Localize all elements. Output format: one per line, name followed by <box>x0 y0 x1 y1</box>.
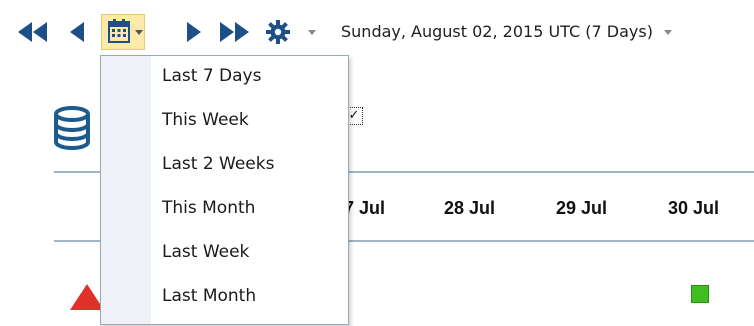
date-range-menu: Last 7 Days This Week Last 2 Weeks This … <box>100 55 349 325</box>
warning-icon <box>70 284 104 310</box>
column-header-date: 30 Jul <box>668 198 720 218</box>
calendar-icon <box>108 19 130 43</box>
column-header-date: 29 Jul <box>556 198 608 218</box>
menu-item-last-7-days[interactable]: Last 7 Days <box>101 57 348 101</box>
date-range-label: Sunday, August 02, 2015 UTC (7 Days) <box>341 22 653 41</box>
menu-item-label: This Month <box>162 198 256 218</box>
toolbar: Sunday, August 02, 2015 UTC (7 Days) <box>0 0 754 60</box>
previous-button[interactable] <box>66 20 88 44</box>
menu-item-label: Last 7 Days <box>162 66 262 86</box>
first-page-button[interactable] <box>17 20 51 44</box>
gear-icon <box>266 20 290 44</box>
next-icon <box>187 22 201 42</box>
date-range-dropdown[interactable]: Sunday, August 02, 2015 UTC (7 Days) <box>341 17 673 47</box>
menu-item-label: Last Week <box>162 242 250 262</box>
settings-button[interactable] <box>266 18 316 46</box>
menu-item-last-week[interactable]: Last Week <box>101 233 348 277</box>
database-icon <box>54 106 90 150</box>
chevron-down-icon <box>664 30 673 35</box>
calendar-button[interactable] <box>101 14 145 50</box>
chevron-down-icon <box>308 30 316 35</box>
last-page-icon <box>220 22 249 42</box>
previous-icon <box>70 22 84 42</box>
menu-item-label: Last Month <box>162 286 257 306</box>
last-page-button[interactable] <box>219 20 253 44</box>
column-header-date: 28 Jul <box>444 198 496 218</box>
menu-item-last-month[interactable]: Last Month <box>101 277 348 321</box>
menu-item-label: Last 2 Weeks <box>162 154 275 174</box>
chevron-down-icon <box>135 30 143 35</box>
next-button[interactable] <box>183 20 205 44</box>
menu-item-last-2-weeks[interactable]: Last 2 Weeks <box>101 145 348 189</box>
menu-item-label: This Week <box>162 110 249 130</box>
menu-item-this-month[interactable]: This Month <box>101 189 348 233</box>
menu-item-this-week[interactable]: This Week <box>101 101 348 145</box>
first-page-icon <box>18 22 47 42</box>
status-ok-indicator <box>691 285 709 303</box>
column-header-date: 7 Jul <box>344 198 386 218</box>
